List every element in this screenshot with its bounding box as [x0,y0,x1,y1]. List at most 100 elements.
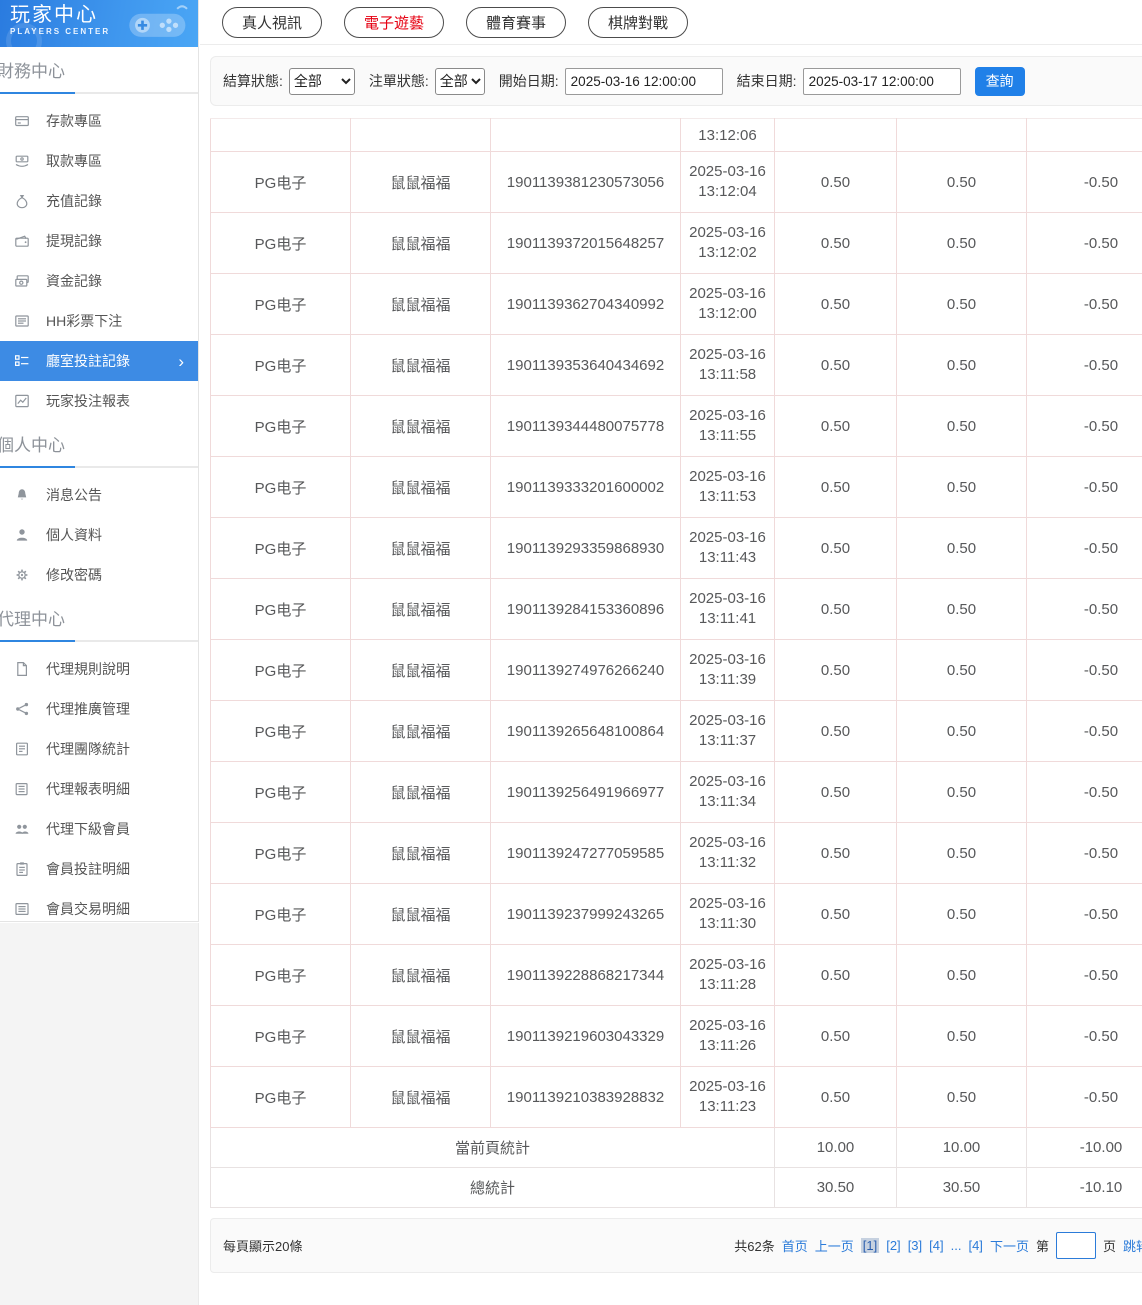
win-loss-cell: -0.50 [1026,700,1142,762]
sidebar-item-bell[interactable]: 消息公告 [0,475,198,515]
win-loss-cell: -0.50 [1026,456,1142,518]
bet-amount-cell: 0.50 [774,700,897,762]
user-icon [16,529,28,541]
valid-bet-cell: 0.50 [896,456,1027,518]
sidebar-item-label: 代理團隊統計 [46,741,130,757]
sidebar-item-user[interactable]: 個人資料 [0,515,198,555]
order-id-cell: 1901139219603043329 [490,1005,681,1067]
valid-bet-cell: 0.50 [896,151,1027,213]
sidebar-item-withdrawal-record[interactable]: 提現記錄 [0,221,198,261]
bet-time-cell: 2025-03-16 13:11:26 [680,1005,775,1067]
win-loss-cell: -0.50 [1026,1066,1142,1128]
sidebar-item-recharge-record[interactable]: 充值記錄 [0,181,198,221]
pagination-prev[interactable]: 上一页 [815,1236,854,1255]
summary-valid-bet-cell: 10.00 [896,1127,1027,1168]
order-id-cell: 1901139284153360896 [490,578,681,640]
sidebar-item-label: 消息公告 [46,487,102,503]
table-cell [774,118,897,152]
sidebar-item-deposit[interactable]: 存款專區 [0,101,198,141]
sidebar-item-room-bet-record[interactable]: 廳室投註記錄 › [0,341,198,381]
sidebar-item-label: 會員交易明細 [46,901,130,917]
bet-amount-cell: 0.50 [774,517,897,579]
sidebar-item-share[interactable]: 代理推廣管理 [0,689,198,729]
valid-bet-cell: 0.50 [896,517,1027,579]
provider-cell: PG电子 [210,883,351,945]
game-name-cell: 鼠鼠福福 [350,944,491,1006]
game-name-cell: 鼠鼠福福 [350,212,491,274]
game-name-cell: 鼠鼠福福 [350,639,491,701]
jump-page-input[interactable] [1055,1232,1096,1259]
sidebar-item-report-detail[interactable]: 代理報表明細 [0,769,198,809]
start-date-input[interactable] [564,67,723,95]
table-cell [896,118,1027,152]
bet-time-cell: 2025-03-16 13:12:00 [680,273,775,335]
order-status-select[interactable]: 全部 [434,67,485,95]
table-row: PG电子 鼠鼠福福 1901139333201600002 2025-03-16 13:… [210,456,1142,518]
settle-status-select[interactable]: 全部 [288,67,355,95]
bell-icon [17,489,27,500]
game-name-cell: 鼠鼠福福 [350,883,491,945]
tab-4[interactable]: 棋牌對戰 [588,6,689,38]
pagination-page[interactable]: [3] [908,1238,922,1253]
summary-bet-cell: 10.00 [774,1127,897,1168]
section-underline [0,640,198,642]
sidebar-item-team-stats[interactable]: 代理團隊統計 [0,729,198,769]
sidebar-item-member-bet-detail[interactable]: 會員投註明細 [0,849,198,889]
sidebar-item-gear[interactable]: 修改密碼 [0,555,198,595]
pagination-page[interactable]: [2] [886,1238,900,1253]
provider-cell: PG电子 [210,334,351,396]
sidebar-item-members[interactable]: 代理下級會員 [0,809,198,849]
win-loss-cell: -0.50 [1026,273,1142,335]
provider-cell: PG电子 [210,151,351,213]
game-name-cell: 鼠鼠福福 [350,578,491,640]
pagination-total: 共62条 [734,1239,775,1254]
pagination-jump[interactable]: 跳转 [1123,1236,1142,1255]
jump-prefix-label: 第 [1035,1239,1049,1254]
bet-time-cell: 2025-03-16 13:11:41 [680,578,775,640]
win-loss-cell: -0.50 [1026,1005,1142,1067]
pagination-next[interactable]: 下一页 [990,1236,1029,1255]
tab-1[interactable]: 真人視訊 [222,6,323,38]
sidebar-item-label: HH彩票下注 [46,313,123,329]
per-page-label: 每頁顯示20條 [223,1239,303,1254]
order-id-cell: 1901139293359868930 [490,517,681,579]
sidebar-item-player-bet-report[interactable]: 玩家投注報表 [0,381,198,421]
sidebar-item-label: 玩家投注報表 [46,393,130,409]
gear-icon [16,569,28,581]
table-row: PG电子 鼠鼠福福 1901139293359868930 2025-03-16 13:… [210,517,1142,579]
valid-bet-cell: 0.50 [896,1005,1027,1067]
pagination-first[interactable]: 首页 [782,1236,808,1255]
pagination-page[interactable]: [4] [929,1238,943,1253]
order-id-cell: 1901139210383928832 [490,1066,681,1128]
end-date-input[interactable] [802,67,961,95]
search-button[interactable]: 查詢 [974,66,1025,96]
filter-bar: 結算狀態: 全部 注單狀態: 全部 開始日期: 結束日期: 查詢 [210,56,1142,106]
game-name-cell: 鼠鼠福福 [350,822,491,884]
sidebar-item-document[interactable]: 代理規則說明 [0,649,198,689]
main-content: 真人視訊 電子遊藝 體育賽事 棋牌對戰 結算狀態: 全部 注單狀態: 全部 開始日期:… [200,0,1142,1273]
pagination-page[interactable]: ... [951,1238,962,1253]
game-name-cell: 鼠鼠福福 [350,273,491,335]
win-loss-cell: -0.50 [1026,639,1142,701]
win-loss-cell: -0.50 [1026,944,1142,1006]
valid-bet-cell: 0.50 [896,700,1027,762]
game-name-cell: 鼠鼠福福 [350,700,491,762]
tab-3[interactable]: 體育賽事 [466,6,567,38]
provider-cell: PG电子 [210,944,351,1006]
sidebar-item-lottery-bet[interactable]: HH彩票下注 [0,301,198,341]
summary-row: 當前頁統計 10.00 10.00 -10.00 [210,1127,1142,1168]
valid-bet-cell: 0.50 [896,1066,1027,1128]
pagination-page[interactable]: [1] [860,1238,880,1253]
bet-time-cell: 2025-03-16 13:12:02 [680,212,775,274]
bet-time-cell: 2025-03-16 13:11:32 [680,822,775,884]
sidebar-item-withdraw[interactable]: 取款專區 [0,141,198,181]
order-id-cell: 1901139372015648257 [490,212,681,274]
pagination-page[interactable]: [4] [968,1238,982,1253]
summary-bet-cell: 30.50 [774,1167,897,1208]
table-row: PG电子 鼠鼠福福 1901139219603043329 2025-03-16 13:… [210,1005,1142,1067]
pagination-bar: 每頁顯示20條 共62条 首页 上一页 [1] [2] [3] [4]... [4] 下一页第 页… [210,1218,1142,1273]
sidebar-item-label: 代理報表明細 [46,781,130,797]
order-id-cell: 1901139333201600002 [490,456,681,518]
tab-2[interactable]: 電子遊藝 [344,6,445,38]
sidebar-item-funds-record[interactable]: 資金記錄 [0,261,198,301]
